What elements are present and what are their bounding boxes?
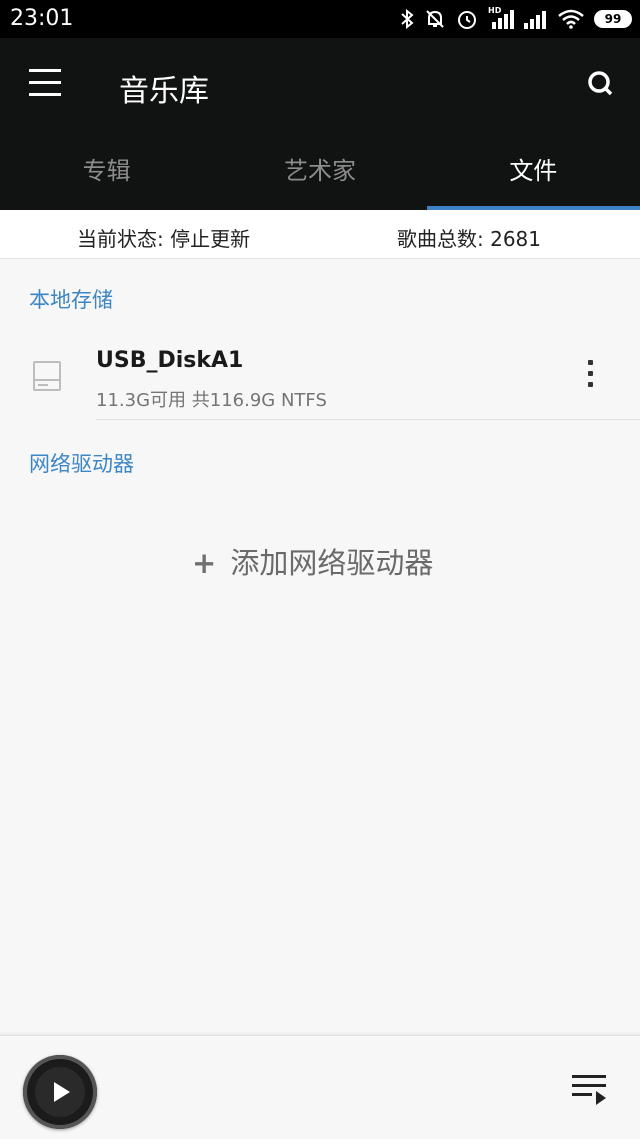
player-bar (0, 1035, 640, 1139)
disk-info: 11.3G可用 共116.9G NTFS (96, 390, 327, 411)
song-count: 歌曲总数: 2681 (397, 227, 541, 251)
update-status: 当前状态: 停止更新 (77, 227, 251, 251)
app-bar: 音乐库 专辑 艺术家 文件 (0, 38, 640, 210)
divider (96, 419, 640, 420)
play-icon (54, 1082, 70, 1102)
disk-name: USB_DiskA1 (96, 348, 244, 373)
tab-bar: 专辑 艺术家 文件 (0, 138, 640, 210)
search-icon[interactable] (586, 69, 614, 97)
network-drives-header: 网络驱动器 (29, 452, 134, 476)
tab-artists[interactable]: 艺术家 (213, 138, 426, 210)
signal-icon: HD (488, 6, 514, 29)
storage-item-usb-disk[interactable]: USB_DiskA1 11.3G可用 共116.9G NTFS (0, 330, 640, 419)
local-storage-header: 本地存储 (29, 288, 113, 312)
alarm-icon (458, 11, 476, 29)
status-icons: HD 99 (400, 6, 632, 32)
play-button[interactable] (23, 1055, 97, 1129)
queue-icon[interactable] (572, 1073, 608, 1107)
add-network-drive-label: 添加网络驱动器 (230, 546, 434, 580)
more-options-icon[interactable] (578, 360, 602, 396)
wifi-icon (558, 9, 584, 29)
status-bar: 23:01 HD 99 (0, 0, 640, 38)
disk-icon (33, 361, 61, 391)
signal-icon (524, 11, 546, 29)
status-time: 23:01 (10, 6, 74, 31)
library-stats: 当前状态: 停止更新 歌曲总数: 2681 (0, 210, 640, 259)
page-title: 音乐库 (119, 74, 209, 109)
tab-files[interactable]: 文件 (427, 138, 640, 210)
tab-albums[interactable]: 专辑 (0, 138, 213, 210)
battery-icon: 99 (594, 10, 632, 28)
bluetooth-icon (401, 9, 414, 29)
menu-icon[interactable] (29, 69, 61, 97)
add-network-drive-button[interactable]: + 添加网络驱动器 (192, 540, 433, 582)
mute-icon (426, 10, 444, 28)
plus-icon: + (192, 546, 217, 580)
